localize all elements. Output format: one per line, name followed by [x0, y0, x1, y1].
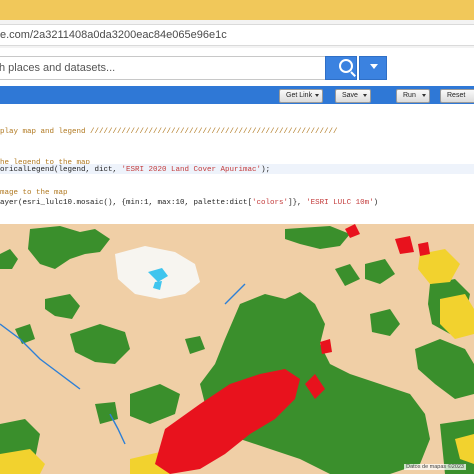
code-string: 'ESRI 2020 Land Cover Apurimac': [121, 166, 262, 174]
url-field[interactable]: e.com/2a3211408a0da3200eac84e065e96e1c: [0, 24, 474, 46]
code-token: ayer(esri_lulc10.mosaic(), {min:1, max:1…: [0, 199, 253, 207]
code-editor[interactable]: play map and legend ////////////////////…: [0, 104, 474, 224]
code-line: mage to the map: [0, 189, 68, 197]
get-link-dropdown-icon[interactable]: [315, 94, 319, 97]
map-attribution: Datos de mapas ©2023: [404, 464, 466, 470]
map-view[interactable]: Datos de mapas ©2023: [0, 224, 474, 474]
search-row: h places and datasets...: [0, 48, 474, 88]
code-token: ]},: [288, 199, 307, 207]
get-link-label: Get Link: [286, 92, 313, 99]
browser-top-bar: [0, 0, 474, 20]
code-line: play map and legend ////////////////////…: [0, 128, 338, 136]
save-dropdown-icon[interactable]: [363, 94, 367, 97]
code-token: );: [261, 166, 271, 174]
code-line: oricalLegend(legend, dict, 'ESRI 2020 La…: [0, 166, 270, 174]
run-button[interactable]: Run: [396, 89, 430, 103]
run-label: Run: [403, 92, 416, 99]
code-token: oricalLegend(legend, dict,: [0, 166, 122, 174]
address-bar: e.com/2a3211408a0da3200eac84e065e96e1c: [0, 20, 474, 49]
code-string: 'colors': [252, 199, 289, 207]
save-button[interactable]: Save: [335, 89, 371, 103]
search-input[interactable]: h places and datasets...: [0, 56, 326, 80]
save-label: Save: [342, 92, 358, 99]
run-dropdown-icon[interactable]: [422, 94, 426, 97]
reset-label: Reset: [447, 92, 466, 99]
get-link-button[interactable]: Get Link: [279, 89, 323, 103]
code-string: 'ESRI LULC 10m': [306, 199, 374, 207]
chevron-down-icon: [370, 64, 378, 69]
code-token: ): [373, 199, 379, 207]
reset-button[interactable]: Reset: [440, 89, 474, 103]
code-line: ayer(esri_lulc10.mosaic(), {min:1, max:1…: [0, 199, 378, 207]
land-cover-layer: [0, 224, 474, 474]
